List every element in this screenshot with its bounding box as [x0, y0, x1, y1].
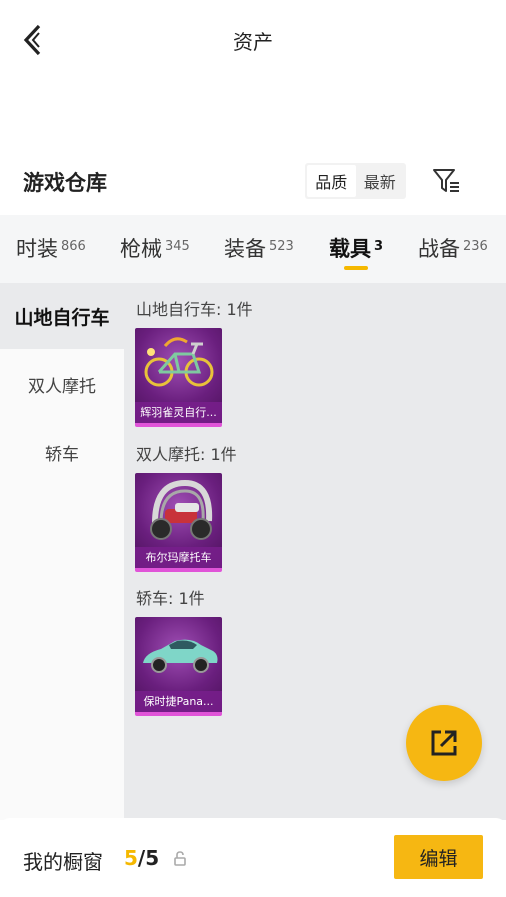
active-tab-indicator — [344, 266, 368, 270]
page-title: 资产 — [233, 30, 273, 54]
category-tabs: 时装 866 枪械 345 装备 523 载具 3 战备 236 — [0, 215, 506, 283]
showcase-current: 5 — [124, 846, 138, 870]
item-card-motorcycle[interactable]: 布尔玛摩托车 — [135, 473, 222, 572]
edit-button[interactable]: 编辑 — [394, 835, 483, 879]
bicycle-icon — [144, 337, 214, 387]
sidebar-item-two-seat-motorcycle[interactable]: 双人摩托 — [0, 351, 124, 417]
section-title: 游戏仓库 — [23, 171, 107, 195]
filter-button[interactable] — [430, 165, 462, 197]
item-name: 布尔玛摩托车 — [135, 547, 222, 568]
tab-supplies[interactable]: 战备 236 — [418, 233, 488, 263]
sort-by-newest-button[interactable]: 最新 — [356, 165, 405, 197]
item-card-bicycle[interactable]: 辉羽雀灵自行... — [135, 328, 222, 427]
showcase-total: /5 — [137, 846, 160, 870]
tab-firearms[interactable]: 枪械 345 — [120, 233, 190, 263]
sort-toggle: 品质 最新 — [305, 163, 406, 199]
item-card-sports-car[interactable]: 保时捷Pana... — [135, 617, 222, 716]
external-link-icon — [431, 730, 457, 756]
tab-equipment[interactable]: 装备 523 — [224, 233, 294, 263]
motorcycle-icon — [150, 479, 213, 540]
sort-by-quality-button[interactable]: 品质 — [307, 165, 356, 197]
tab-fashion[interactable]: 时装 866 — [16, 233, 86, 263]
group-label-sedan: 轿车: 1件 — [136, 589, 205, 608]
group-label-two-seat-motorcycle: 双人摩托: 1件 — [136, 445, 237, 464]
showcase-footer: 我的橱窗 5/5 编辑 — [0, 818, 506, 897]
tab-vehicles[interactable]: 载具 3 — [329, 233, 383, 263]
showcase-count: 5/5 — [124, 846, 159, 870]
item-name: 保时捷Pana... — [135, 691, 222, 712]
sports-car-icon — [143, 639, 218, 673]
showcase-label: 我的橱窗 — [23, 850, 103, 874]
group-label-mountain-bike: 山地自行车: 1件 — [136, 300, 253, 319]
subcategory-sidebar: 山地自行车 双人摩托 轿车 — [0, 283, 124, 820]
share-button[interactable] — [406, 705, 482, 781]
item-name: 辉羽雀灵自行... — [135, 402, 222, 423]
lock-icon — [174, 851, 186, 866]
sidebar-item-mountain-bike[interactable]: 山地自行车 — [0, 283, 124, 349]
top-bar: 资产 — [0, 0, 506, 80]
sidebar-item-sedan[interactable]: 轿车 — [0, 419, 124, 485]
filter-icon — [433, 169, 459, 192]
